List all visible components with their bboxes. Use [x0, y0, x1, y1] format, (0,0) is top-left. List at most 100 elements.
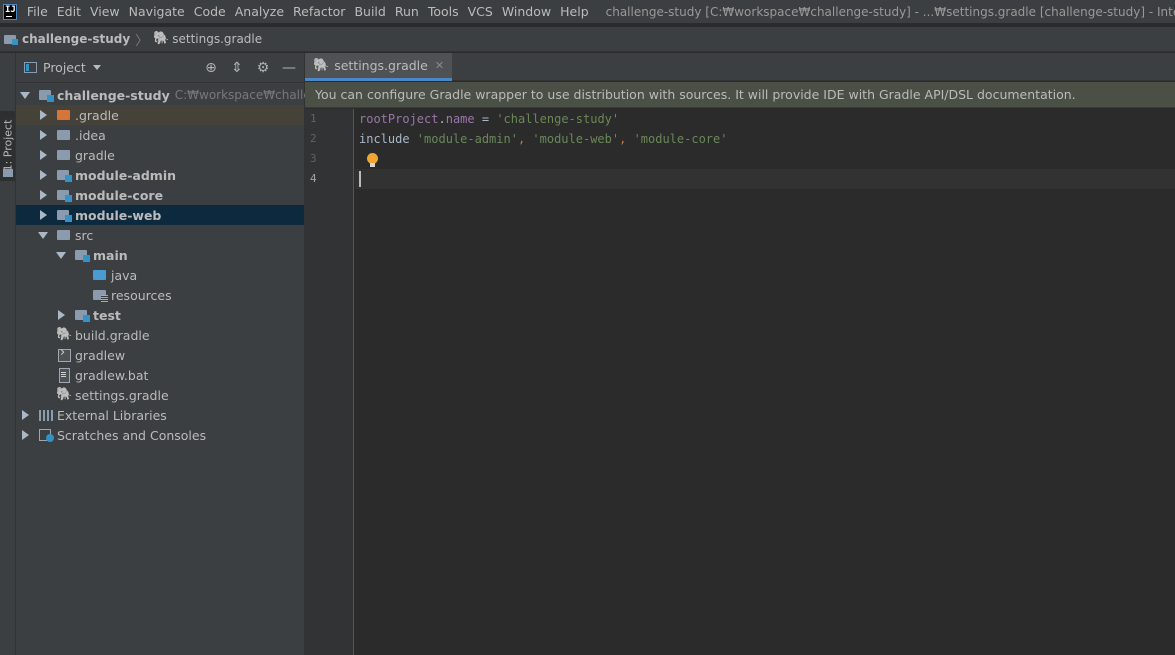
code-token: 'module-web' [532, 132, 620, 146]
gear-icon[interactable]: ⚙ [254, 59, 272, 77]
menu-bar: IJ File Edit View Navigate Code Analyze … [0, 0, 1175, 23]
project-view-selector[interactable]: Project [43, 60, 86, 75]
line-number: 2 [310, 132, 317, 145]
tree-item-gradlew-bat[interactable]: gradlew.bat [16, 365, 304, 385]
tree-item-external-libraries[interactable]: External Libraries [16, 405, 304, 425]
chevron-down-icon[interactable] [92, 65, 101, 70]
tree-item-src[interactable]: src [16, 225, 304, 245]
code-line-2: include 'module-admin', 'module-web', 'm… [359, 129, 727, 149]
tree-item-label: module-web [75, 207, 162, 223]
tree-item-gradle-dir[interactable]: .gradle [16, 105, 304, 125]
minimize-icon[interactable]: — [280, 59, 298, 77]
collapse-arrow-icon[interactable] [38, 130, 48, 140]
collapse-arrow-icon[interactable] [20, 430, 30, 440]
expand-arrow-icon[interactable] [38, 230, 48, 240]
menu-tools[interactable]: Tools [428, 4, 465, 19]
module-folder-icon [74, 308, 90, 322]
menu-navigate[interactable]: Navigate [129, 4, 191, 19]
tree-item-java[interactable]: java [16, 265, 304, 285]
tree-item-scratches[interactable]: Scratches and Consoles [16, 425, 304, 445]
module-folder-icon [38, 88, 54, 102]
code-token: name [445, 112, 475, 126]
current-line-highlight [355, 169, 1175, 189]
menu-refactor[interactable]: Refactor [293, 4, 351, 19]
collapse-arrow-icon[interactable] [38, 210, 48, 220]
tree-item-main[interactable]: main [16, 245, 304, 265]
tree-item-label: java [111, 267, 138, 283]
tree-item-label: resources [111, 287, 172, 303]
panel-toolbar: ⊕ ⇕ ⚙ — [194, 59, 298, 77]
lightbulb-icon[interactable] [367, 153, 378, 167]
code-editor[interactable]: rootProject.name = 'challenge-study' inc… [355, 109, 1175, 655]
tree-item-module-admin[interactable]: module-admin [16, 165, 304, 185]
menu-build[interactable]: Build [354, 4, 391, 19]
window-title: challenge-study [C:₩workspace₩challenge-… [605, 4, 1175, 19]
tree-item-label: .gradle [75, 107, 119, 123]
folder-icon [56, 128, 72, 142]
tree-item-label: module-core [75, 187, 164, 203]
tree-item-label: main [93, 247, 128, 263]
code-token: 'module-admin' [416, 132, 518, 146]
tree-item-label: module-admin [75, 167, 177, 183]
folder-icon [3, 169, 13, 177]
tree-item-gradlew[interactable]: gradlew [16, 345, 304, 365]
scratches-icon [38, 428, 54, 442]
text-caret [359, 171, 361, 187]
menu-vcs[interactable]: VCS [468, 4, 499, 19]
collapse-arrow-icon[interactable] [38, 190, 48, 200]
collapse-all-icon[interactable]: ⇕ [228, 59, 246, 77]
gradle-elephant-icon: 🐘 [56, 387, 73, 402]
project-panel-header: Project ⊕ ⇕ ⚙ — [16, 53, 304, 83]
gradle-elephant-icon: 🐘 [153, 31, 170, 46]
code-token: , [619, 132, 634, 146]
menu-help[interactable]: Help [560, 4, 595, 19]
menu-code[interactable]: Code [194, 4, 232, 19]
folder-icon [56, 148, 72, 162]
tree-item-settings-gradle[interactable]: 🐘 settings.gradle [16, 385, 304, 405]
editor-tab-bar: 🐘 settings.gradle ✕ [305, 53, 1175, 81]
tab-label: settings.gradle [334, 58, 428, 73]
tree-item-challenge-study[interactable]: challenge-study C:₩workspace₩challenge-s… [16, 85, 349, 105]
expand-arrow-icon[interactable] [56, 250, 66, 260]
code-token: = [474, 112, 497, 126]
project-view-icon [24, 62, 37, 73]
expand-arrow-icon[interactable] [20, 90, 30, 100]
tree-item-label: gradlew [75, 347, 126, 363]
menu-window[interactable]: Window [502, 4, 557, 19]
menu-file[interactable]: File [23, 4, 54, 19]
collapse-arrow-icon[interactable] [38, 170, 48, 180]
notification-text: You can configure Gradle wrapper to use … [315, 87, 1076, 102]
tree-item-build-gradle[interactable]: 🐘 build.gradle [16, 325, 304, 345]
editor-gutter[interactable]: 1 2 3 4 [305, 109, 354, 655]
code-token: . [438, 112, 446, 126]
module-folder-icon [56, 188, 72, 202]
tree-item-resources[interactable]: resources [16, 285, 304, 305]
tree-item-gradle[interactable]: gradle [16, 145, 304, 165]
menu-edit[interactable]: Edit [57, 4, 87, 19]
breadcrumb-file-label: settings.gradle [172, 32, 263, 46]
tree-item-label: External Libraries [57, 407, 167, 423]
breadcrumb-project[interactable]: challenge-study [4, 32, 130, 46]
tree-item-idea[interactable]: .idea [16, 125, 304, 145]
collapse-arrow-icon[interactable] [38, 150, 48, 160]
collapse-arrow-icon[interactable] [20, 410, 30, 420]
tree-item-module-core[interactable]: module-core [16, 185, 304, 205]
tree-item-test[interactable]: test [16, 305, 304, 325]
resources-folder-icon [92, 288, 108, 302]
menu-analyze[interactable]: Analyze [235, 4, 290, 19]
menu-view[interactable]: View [90, 4, 126, 19]
close-icon[interactable]: ✕ [435, 59, 444, 72]
line-number: 3 [310, 152, 317, 165]
tree-item-module-web[interactable]: module-web [16, 205, 304, 225]
module-folder-icon [56, 208, 72, 222]
batch-file-icon [56, 368, 72, 383]
collapse-arrow-icon[interactable] [56, 310, 66, 320]
shell-script-icon [56, 345, 72, 362]
breadcrumb: challenge-study 〉 🐘 settings.gradle [0, 27, 1175, 52]
tab-settings-gradle[interactable]: 🐘 settings.gradle ✕ [305, 53, 453, 81]
locate-file-icon[interactable]: ⊕ [202, 59, 220, 77]
menu-run[interactable]: Run [395, 4, 425, 19]
gradle-wrapper-notification: You can configure Gradle wrapper to use … [305, 82, 1175, 108]
breadcrumb-file[interactable]: 🐘 settings.gradle [153, 31, 263, 47]
collapse-arrow-icon[interactable] [38, 110, 48, 120]
